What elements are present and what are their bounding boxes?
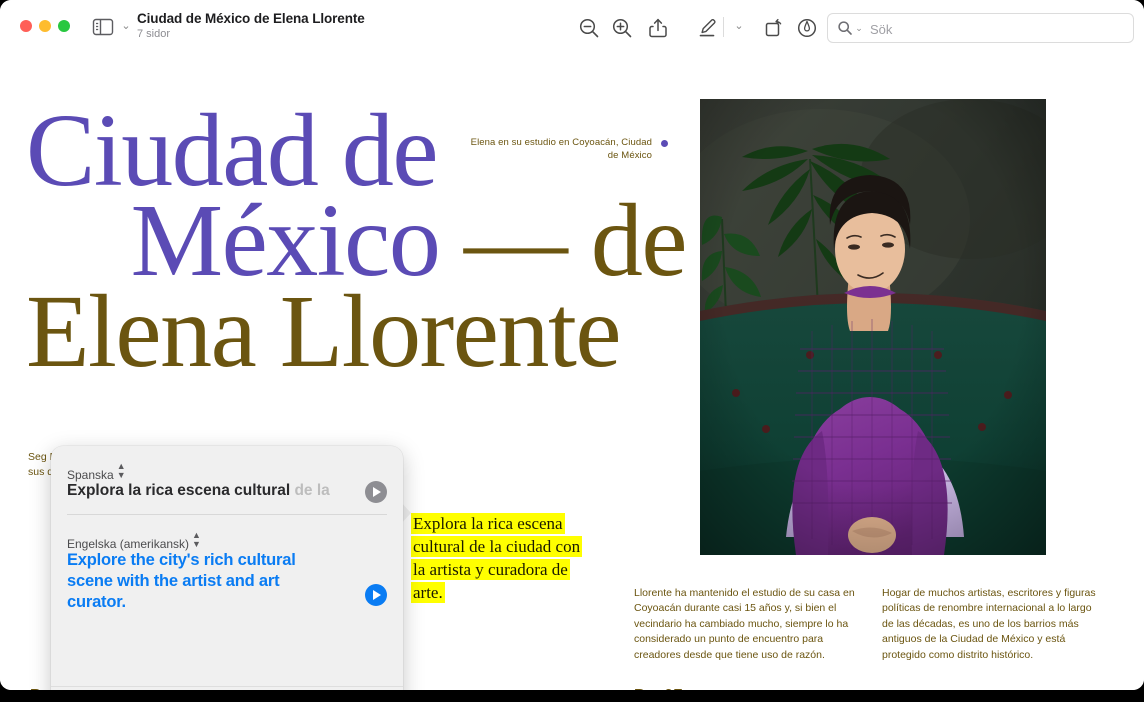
zoom-out-icon[interactable] xyxy=(576,15,602,41)
source-text-visible: Explora la rica escena cultural xyxy=(67,482,294,499)
minimize-button[interactable] xyxy=(39,20,51,32)
stepper-icon: ▲▼ xyxy=(117,462,126,480)
search-input[interactable] xyxy=(868,14,1127,44)
rotate-icon[interactable] xyxy=(761,15,787,41)
source-text: Explora la rica escena cultural de la xyxy=(67,482,387,500)
chevron-down-icon[interactable]: ⌄ xyxy=(854,20,864,36)
search-field[interactable]: ⌄ xyxy=(827,13,1134,43)
document-title: Ciudad de México de Elena Llorente xyxy=(137,11,365,26)
chevron-down-icon[interactable]: ⌄ xyxy=(119,19,133,33)
body-column-1: Llorente ha mantenido el estudio de su c… xyxy=(634,586,856,663)
zoom-in-icon[interactable] xyxy=(609,15,635,41)
search-icon xyxy=(837,20,853,36)
document-window: ⌄ Ciudad de México de Elena Llorente 7 s… xyxy=(0,0,1144,690)
headline-line-3: Elena Llorente xyxy=(26,287,686,377)
titlebar: ⌄ Ciudad de México de Elena Llorente 7 s… xyxy=(0,0,1144,55)
page-number-right: P – 07 xyxy=(634,687,683,690)
body-column-2: Hogar de muchos artistas, escritores y f… xyxy=(882,586,1104,663)
stepper-icon: ▲▼ xyxy=(192,531,201,549)
portrait-photo xyxy=(700,99,1046,555)
toolbar-divider xyxy=(723,17,724,37)
play-source-button[interactable] xyxy=(365,481,387,503)
document-page: Elena en su estudio en Coyoacán, Ciudad … xyxy=(0,54,1144,690)
play-translation-button[interactable] xyxy=(365,584,387,606)
popover-footer-separator xyxy=(51,686,403,687)
share-icon[interactable] xyxy=(645,15,671,41)
annotate-icon[interactable] xyxy=(794,15,820,41)
translated-text: Explore the city's rich cultural scene w… xyxy=(67,550,335,613)
highlight-text: Explora la rica escena cultural de la ci… xyxy=(411,513,582,603)
source-text-truncated: de la xyxy=(294,482,329,499)
source-language-label: Spanska xyxy=(67,468,114,482)
page-count-label: 7 sidor xyxy=(137,28,170,40)
highlighted-selection[interactable]: Explora la rica escena cultural de la ci… xyxy=(411,512,591,604)
page-headline: Ciudad de México — de Elena Llorente xyxy=(26,106,686,377)
translate-popover: Spanska▲▼ Explora la rica escena cultura… xyxy=(51,446,403,690)
target-language-label: Engelska (amerikansk) xyxy=(67,537,189,551)
chevron-down-icon[interactable]: ⌄ xyxy=(731,17,747,35)
markup-pen-icon[interactable] xyxy=(694,15,720,41)
popover-separator xyxy=(67,514,387,515)
source-language-selector[interactable]: Spanska▲▼ xyxy=(67,462,126,482)
target-language-selector[interactable]: Engelska (amerikansk)▲▼ xyxy=(67,531,201,551)
close-button[interactable] xyxy=(20,20,32,32)
maximize-button[interactable] xyxy=(58,20,70,32)
sidebar-toggle-icon[interactable] xyxy=(92,17,116,37)
